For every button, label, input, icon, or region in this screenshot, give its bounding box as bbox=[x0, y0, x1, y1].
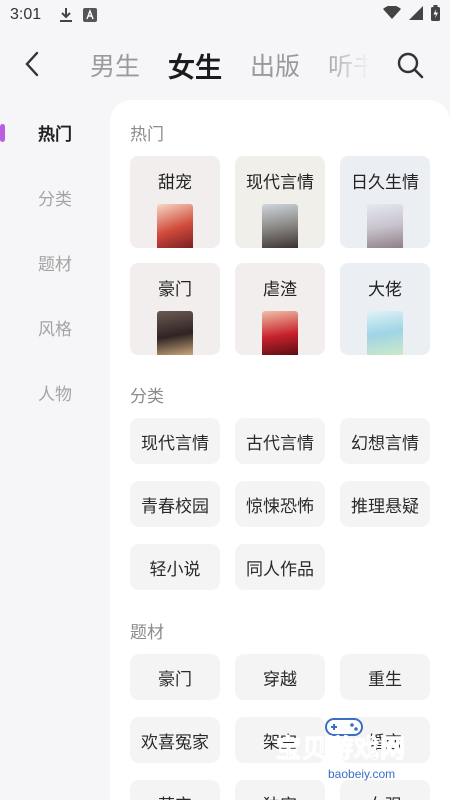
top-navigation: 男生 女生 出版 听书 bbox=[0, 38, 450, 92]
download-icon bbox=[59, 7, 73, 23]
card-label: 现代言情 bbox=[246, 173, 314, 193]
sidebar-item-category[interactable]: 分类 bbox=[0, 177, 110, 217]
category-chip[interactable]: 古代言情 bbox=[235, 418, 325, 464]
sidebar-item-hot[interactable]: 热门 bbox=[0, 112, 110, 152]
sidebar-item-label: 热门 bbox=[38, 124, 72, 145]
tab-male[interactable]: 男生 bbox=[90, 47, 140, 83]
tab-publish[interactable]: 出版 bbox=[250, 47, 300, 83]
chevron-left-icon bbox=[25, 51, 39, 77]
card-label: 日久生情 bbox=[351, 173, 419, 193]
watermark-text: 宝贝游戏网 bbox=[275, 734, 407, 764]
book-cover-image bbox=[157, 204, 193, 248]
theme-chip[interactable]: 重生 bbox=[340, 654, 430, 700]
hot-card-sweet[interactable]: 甜宠 bbox=[130, 156, 220, 248]
section-title-hot: 热门 bbox=[130, 125, 164, 145]
hot-card-wealthy-family[interactable]: 豪门 bbox=[130, 263, 220, 355]
content-panel: 热门 甜宠 现代言情 日久生情 豪门 虐渣 大佬 分类 现代言情 古代言情 幻想… bbox=[110, 100, 450, 800]
watermark-url: baobeiy.com bbox=[328, 767, 396, 781]
section-title-theme: 题材 bbox=[130, 623, 164, 643]
sidebar-active-indicator bbox=[0, 124, 5, 142]
back-button[interactable] bbox=[18, 50, 46, 78]
hot-card-revenge[interactable]: 虐渣 bbox=[235, 263, 325, 355]
book-cover-image bbox=[367, 311, 403, 355]
card-label: 大佬 bbox=[368, 280, 402, 300]
sidebar-item-theme[interactable]: 题材 bbox=[0, 242, 110, 282]
category-chip[interactable]: 同人作品 bbox=[235, 544, 325, 590]
sidebar-item-style[interactable]: 风格 bbox=[0, 307, 110, 347]
tab-female[interactable]: 女生 bbox=[168, 46, 222, 85]
hot-card-big-shot[interactable]: 大佬 bbox=[340, 263, 430, 355]
category-chip[interactable]: 青春校园 bbox=[130, 481, 220, 527]
category-chip[interactable]: 幻想言情 bbox=[340, 418, 430, 464]
category-sidebar: 热门 分类 题材 风格 人物 bbox=[0, 100, 110, 800]
book-cover-image bbox=[367, 204, 403, 248]
book-cover-image bbox=[262, 204, 298, 248]
sidebar-item-label: 人物 bbox=[38, 384, 72, 405]
wifi-icon bbox=[383, 5, 401, 24]
card-label: 虐渣 bbox=[263, 280, 297, 300]
theme-chip[interactable]: 欢喜冤家 bbox=[130, 717, 220, 763]
category-chip[interactable]: 轻小说 bbox=[130, 544, 220, 590]
tabs-fade bbox=[318, 44, 380, 86]
category-chip[interactable]: 推理悬疑 bbox=[340, 481, 430, 527]
watermark-logo: 宝贝游戏网 baobeiy.com bbox=[270, 715, 440, 795]
sidebar-item-character[interactable]: 人物 bbox=[0, 372, 110, 412]
signal-icon bbox=[409, 6, 423, 24]
section-title-category: 分类 bbox=[130, 387, 164, 407]
battery-icon bbox=[431, 5, 440, 25]
theme-chip[interactable]: 萌宝 bbox=[130, 780, 220, 800]
sidebar-item-label: 风格 bbox=[38, 319, 72, 340]
app-icon bbox=[83, 8, 98, 22]
book-cover-image bbox=[262, 311, 298, 355]
card-label: 豪门 bbox=[158, 280, 192, 300]
hot-card-love-over-time[interactable]: 日久生情 bbox=[340, 156, 430, 248]
hot-card-modern-romance[interactable]: 现代言情 bbox=[235, 156, 325, 248]
sidebar-item-label: 题材 bbox=[38, 254, 72, 275]
theme-chip[interactable]: 穿越 bbox=[235, 654, 325, 700]
card-label: 甜宠 bbox=[158, 173, 192, 193]
theme-chip[interactable]: 豪门 bbox=[130, 654, 220, 700]
search-icon bbox=[397, 52, 424, 79]
status-time: 3:01 bbox=[10, 6, 42, 23]
book-cover-image bbox=[157, 311, 193, 355]
search-button[interactable] bbox=[396, 51, 424, 79]
category-chip[interactable]: 惊悚恐怖 bbox=[235, 481, 325, 527]
category-chip[interactable]: 现代言情 bbox=[130, 418, 220, 464]
sidebar-item-label: 分类 bbox=[38, 189, 72, 210]
status-bar: 3:01 bbox=[0, 0, 450, 30]
